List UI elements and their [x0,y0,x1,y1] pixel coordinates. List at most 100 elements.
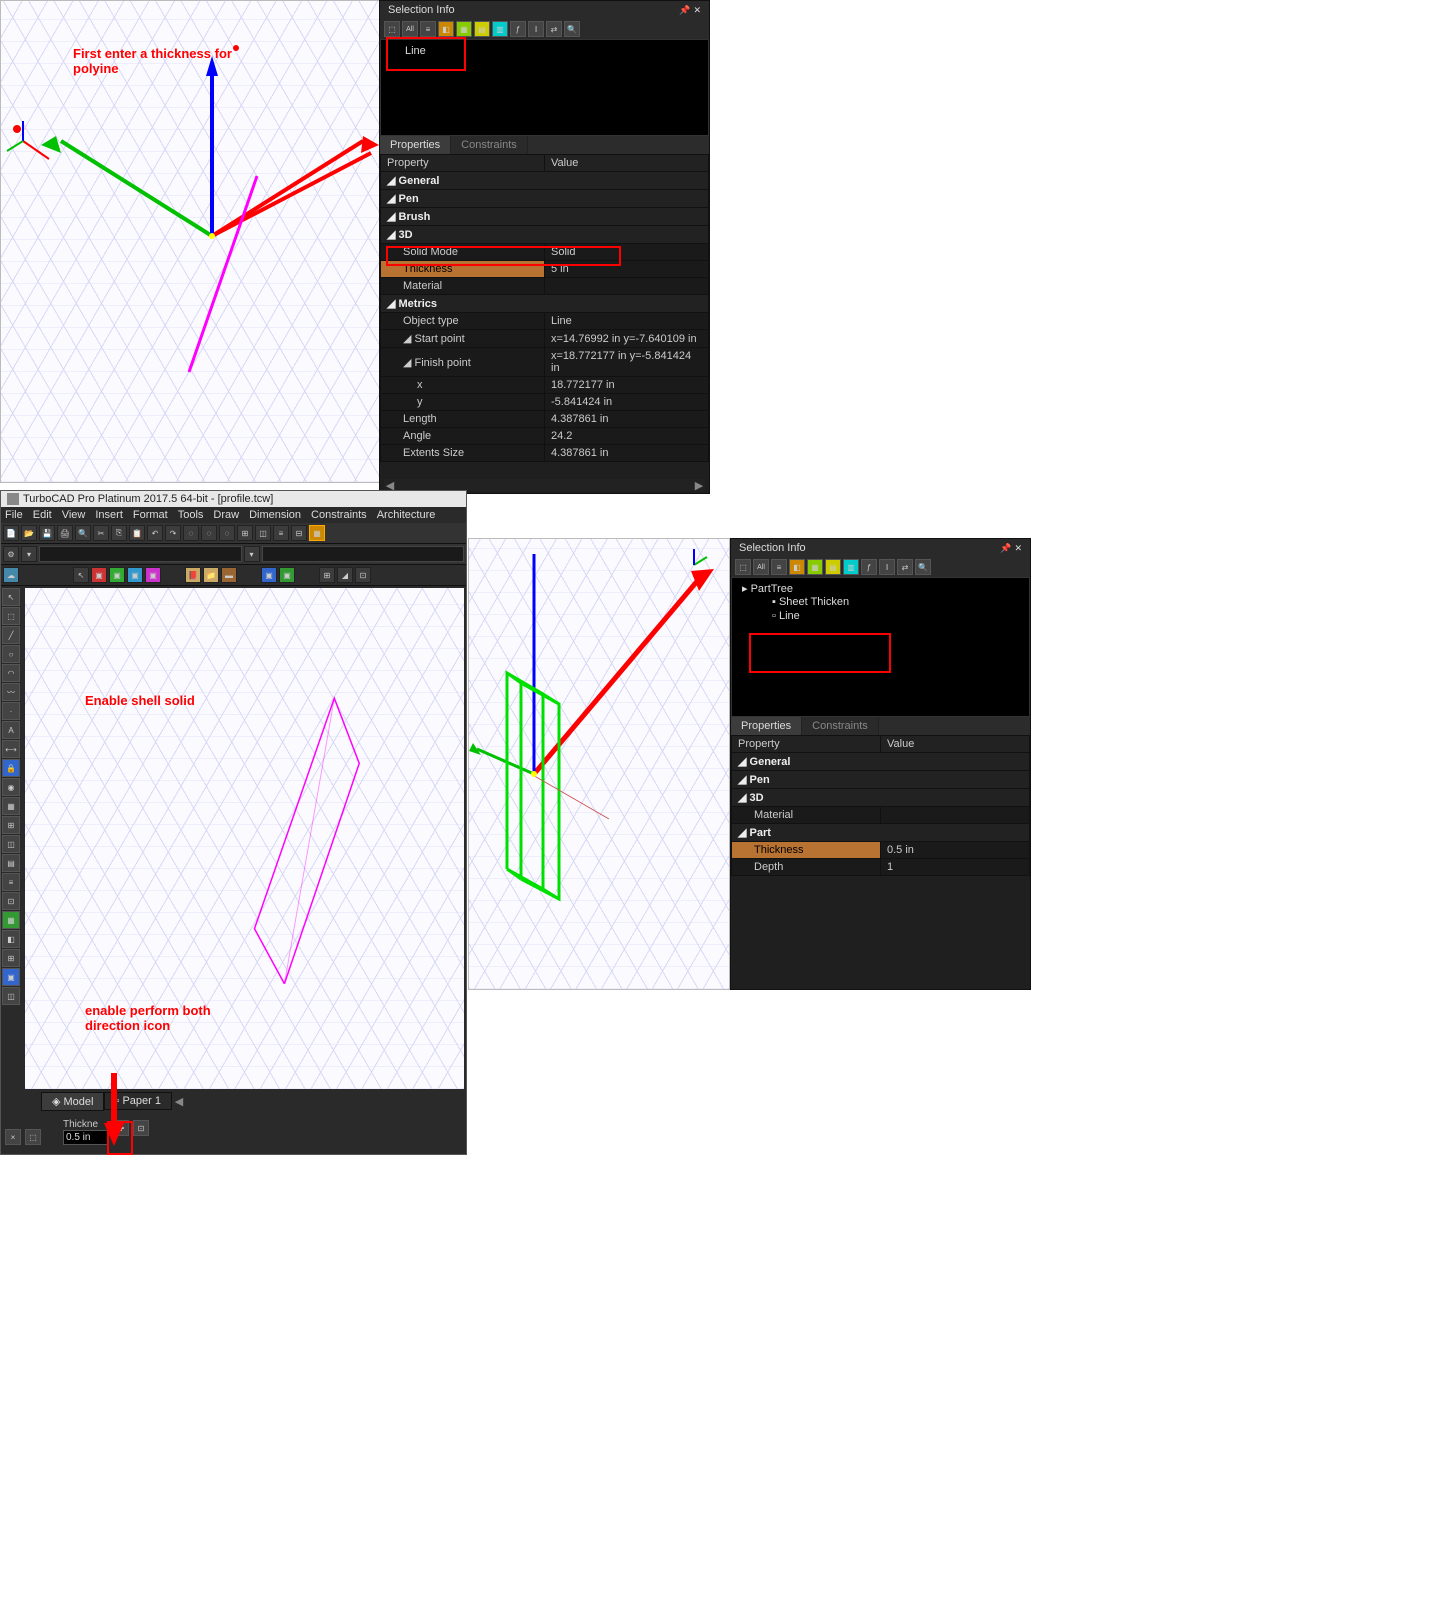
toolbar-button[interactable]: ▦ [2,911,20,929]
toolbar-button[interactable]: ▣ [2,968,20,986]
toolbar-button[interactable]: ⊟ [291,525,307,541]
tree-item-sheet-thicken[interactable]: ▪ Sheet Thicken [736,595,1025,609]
line-icon[interactable]: ╱ [2,626,20,644]
group-pen[interactable]: ◢ Pen [732,771,1030,789]
main-viewport[interactable]: Enable shell solid enable perform both d… [25,588,464,1089]
toolbar-button[interactable]: 🔍 [915,559,931,575]
group-3d[interactable]: ◢ 3D [732,789,1030,807]
toolbar-button[interactable]: × [5,1129,21,1145]
toolbar-button[interactable]: ⊞ [2,949,20,967]
toolbar-button[interactable]: ▦ [456,21,472,37]
select-icon[interactable]: ⬚ [2,607,20,625]
row-depth-value[interactable]: 1 [881,859,1030,876]
tab-properties[interactable]: Properties [731,717,802,735]
circle-icon[interactable]: ○ [2,645,20,663]
toolbar-button[interactable]: ƒ [510,21,526,37]
point-icon[interactable]: · [2,702,20,720]
menu-view[interactable]: View [62,509,86,521]
selection-tree[interactable]: Line [380,39,709,136]
toolbar-button[interactable]: 📁 [203,567,219,583]
toolbar-button[interactable]: ◌ [219,525,235,541]
copy-icon[interactable]: ⎘ [111,525,127,541]
row-start-value[interactable]: x=14.76992 in y=-7.640109 in [545,330,709,348]
menu-draw[interactable]: Draw [213,509,239,521]
tab-constraints[interactable]: Constraints [451,136,528,154]
row-material-value[interactable] [545,278,709,295]
new-icon[interactable]: 📄 [3,525,19,541]
arc-icon[interactable]: ◠ [2,664,20,682]
save-icon[interactable]: 💾 [39,525,55,541]
preview-icon[interactable]: 🔍 [75,525,91,541]
col-value[interactable]: Value [881,736,1030,753]
toolbar-button[interactable]: ◢ [337,567,353,583]
menu-dimension[interactable]: Dimension [249,509,301,521]
open-icon[interactable]: 📂 [21,525,37,541]
group-general[interactable]: ◢ General [381,172,709,190]
toolbar-button[interactable]: ▤ [825,559,841,575]
pointer-icon[interactable]: ↖ [2,588,20,606]
toolbar-button[interactable]: ⬚ [735,559,751,575]
lock-icon[interactable]: 🔒 [2,759,20,777]
toolbar-button[interactable]: ▣ [127,567,143,583]
toolbar-button[interactable]: ◫ [2,835,20,853]
toolbar-button[interactable]: ◌ [183,525,199,541]
toolbar-button[interactable]: Ⅰ [528,21,544,37]
toolbar-button[interactable]: ▦ [309,525,325,541]
group-general[interactable]: ◢ General [732,753,1030,771]
cut-icon[interactable]: ✂ [93,525,109,541]
curve-icon[interactable]: 〰 [2,683,20,701]
toolbar-button[interactable]: ⊡ [133,1120,149,1136]
undo-icon[interactable]: ↶ [147,525,163,541]
panel-title[interactable]: Selection Info [380,1,709,19]
toolbar-button[interactable]: ◧ [789,559,805,575]
toolbar-button[interactable]: ◫ [2,987,20,1005]
row-material-value[interactable] [881,807,1030,824]
toolbar-button[interactable]: ⬚ [384,21,400,37]
close-icon[interactable] [693,4,701,16]
paste-icon[interactable]: 📋 [129,525,145,541]
menu-edit[interactable]: Edit [33,509,52,521]
col-value[interactable]: Value [545,155,709,172]
group-3d[interactable]: ◢ 3D [381,226,709,244]
toolbar-button[interactable]: ⇄ [546,21,562,37]
col-property[interactable]: Property [732,736,881,753]
toolbar-button[interactable]: ◧ [2,930,20,948]
toolbar-button[interactable]: ▦ [807,559,823,575]
toolbar-button[interactable]: ⊞ [2,816,20,834]
toolbar-button[interactable]: ▦ [2,797,20,815]
tree-item-line[interactable]: ▫ Line [736,609,1025,623]
toolbar-button[interactable]: ⊞ [237,525,253,541]
col-property[interactable]: Property [381,155,545,172]
tab-properties[interactable]: Properties [380,136,451,154]
row-y-value[interactable]: -5.841424 in [545,394,709,411]
menu-format[interactable]: Format [133,509,168,521]
toolbar-button[interactable]: All [402,21,418,37]
close-icon[interactable] [1014,542,1022,554]
pin-icon[interactable] [1000,542,1011,554]
toolbar-button[interactable]: ▤ [2,854,20,872]
menu-tools[interactable]: Tools [178,509,204,521]
toolbar-button[interactable]: All [753,559,769,575]
toolbar-button[interactable]: Ⅰ [879,559,895,575]
bottom-right-viewport[interactable] [468,538,730,990]
row-finish-value[interactable]: x=18.772177 in y=-5.841424 in [545,348,709,377]
scroll-right-icon[interactable]: ▶ [693,479,705,492]
toolbar-button[interactable]: ◧ [438,21,454,37]
toolbar-button[interactable]: 📕 [185,567,201,583]
toolbar-button[interactable]: ▥ [843,559,859,575]
toolbar-button[interactable]: ▣ [279,567,295,583]
toolbar-button[interactable]: ≡ [2,873,20,891]
tree-item-line[interactable]: Line [385,44,704,58]
toolbar-button[interactable]: ▬ [221,567,237,583]
group-metrics[interactable]: ◢ Metrics [381,295,709,313]
style-combo[interactable] [262,546,465,562]
toolbar-button[interactable]: ◌ [201,525,217,541]
toolbar-button[interactable]: ≡ [273,525,289,541]
group-pen[interactable]: ◢ Pen [381,190,709,208]
cloud-icon[interactable]: ☁ [3,567,19,583]
row-solidmode-value[interactable]: Solid [545,244,709,261]
toolbar-button[interactable]: 🔍 [564,21,580,37]
menu-constraints[interactable]: Constraints [311,509,367,521]
toolbar-button[interactable]: ƒ [861,559,877,575]
toolbar-button[interactable]: ▤ [474,21,490,37]
